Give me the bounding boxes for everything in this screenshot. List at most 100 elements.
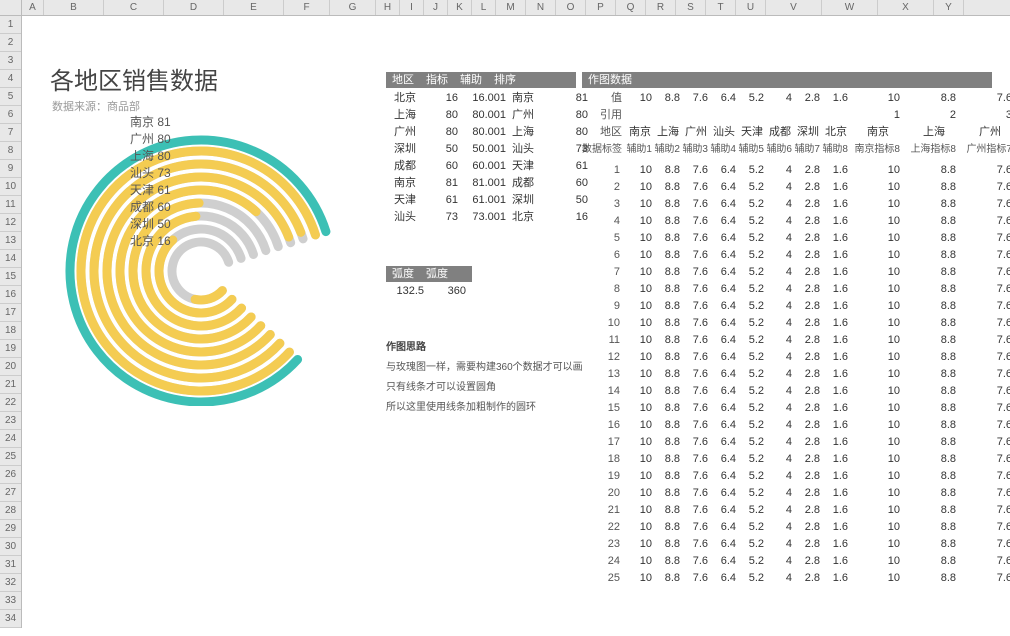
table-row[interactable]: 2108.87.66.45.242.81.6108.87.6 (582, 179, 1010, 196)
col-header-V[interactable]: V (766, 0, 822, 15)
table-row[interactable]: 引用123 (582, 107, 1010, 124)
table-row[interactable]: 地区南京上海广州汕头天津成都深圳北京南京上海广州 (582, 124, 1010, 141)
row-header-16[interactable]: 16 (0, 286, 21, 304)
col-header-Q[interactable]: Q (616, 0, 646, 15)
table-row[interactable]: 4108.87.66.45.242.81.6108.87.6 (582, 213, 1010, 230)
table-row[interactable]: 132.5360 (386, 283, 470, 300)
table-row[interactable]: 18108.87.66.45.242.81.6108.87.6 (582, 451, 1010, 468)
table-row[interactable]: 6108.87.66.45.242.81.6108.87.6 (582, 247, 1010, 264)
row-header-23[interactable]: 23 (0, 412, 21, 430)
table-row[interactable]: 22108.87.66.45.242.81.6108.87.6 (582, 519, 1010, 536)
table-row[interactable]: 15108.87.66.45.242.81.6108.87.6 (582, 400, 1010, 417)
table-row[interactable]: 1108.87.66.45.242.81.6108.87.6 (582, 162, 1010, 179)
row-header-14[interactable]: 14 (0, 250, 21, 268)
row-header-25[interactable]: 25 (0, 448, 21, 466)
table-row[interactable]: 21108.87.66.45.242.81.6108.87.6 (582, 502, 1010, 519)
table-row[interactable]: 23108.87.66.45.242.81.6108.87.6 (582, 536, 1010, 553)
col-header-L[interactable]: L (472, 0, 496, 15)
row-header-24[interactable]: 24 (0, 430, 21, 448)
col-header-J[interactable]: J (424, 0, 448, 15)
col-header-A[interactable]: A (22, 0, 44, 15)
row-header-22[interactable]: 22 (0, 394, 21, 412)
table-row[interactable]: 20108.87.66.45.242.81.6108.87.6 (582, 485, 1010, 502)
col-header-W[interactable]: W (822, 0, 878, 15)
col-header-D[interactable]: D (164, 0, 224, 15)
row-header-6[interactable]: 6 (0, 106, 21, 124)
row-header-30[interactable]: 30 (0, 538, 21, 556)
table-row[interactable]: 12108.87.66.45.242.81.6108.87.6 (582, 349, 1010, 366)
table-row[interactable]: 25108.87.66.45.242.81.6108.87.6 (582, 570, 1010, 587)
col-header-G[interactable]: G (330, 0, 376, 15)
row-header-15[interactable]: 15 (0, 268, 21, 286)
table-row[interactable]: 16108.87.66.45.242.81.6108.87.6 (582, 417, 1010, 434)
row-header-7[interactable]: 7 (0, 124, 21, 142)
col-header-M[interactable]: M (496, 0, 526, 15)
mid-table1[interactable]: 北京1616.001南京81上海8080.001广州80广州8080.001上海… (386, 90, 592, 226)
row-header-27[interactable]: 27 (0, 484, 21, 502)
row-header-8[interactable]: 8 (0, 142, 21, 160)
col-header-E[interactable]: E (224, 0, 284, 15)
table-row[interactable]: 汕头7373.001北京16 (386, 209, 592, 226)
table-row[interactable]: 深圳5050.001汕头73 (386, 141, 592, 158)
row-header-34[interactable]: 34 (0, 610, 21, 628)
row-header-5[interactable]: 5 (0, 88, 21, 106)
big-table-data[interactable]: 1108.87.66.45.242.81.6108.87.62108.87.66… (582, 162, 1010, 587)
row-header-3[interactable]: 3 (0, 52, 21, 70)
col-header-P[interactable]: P (586, 0, 616, 15)
table-row[interactable]: 3108.87.66.45.242.81.6108.87.6 (582, 196, 1010, 213)
row-header-11[interactable]: 11 (0, 196, 21, 214)
table-row[interactable]: 14108.87.66.45.242.81.6108.87.6 (582, 383, 1010, 400)
row-header-19[interactable]: 19 (0, 340, 21, 358)
col-header-O[interactable]: O (556, 0, 586, 15)
col-header-X[interactable]: X (878, 0, 934, 15)
col-header-S[interactable]: S (676, 0, 706, 15)
col-header-U[interactable]: U (736, 0, 766, 15)
mid-table2[interactable]: 132.5360 (386, 283, 470, 300)
row-header-13[interactable]: 13 (0, 232, 21, 250)
row-header-28[interactable]: 28 (0, 502, 21, 520)
table-row[interactable]: 成都6060.001天津61 (386, 158, 592, 175)
table-row[interactable]: 南京8181.001成都60 (386, 175, 592, 192)
col-header-H[interactable]: H (376, 0, 400, 15)
table-row[interactable]: 19108.87.66.45.242.81.6108.87.6 (582, 468, 1010, 485)
big-table-top[interactable]: 值108.87.66.45.242.81.6108.87.6引用123地区南京上… (582, 90, 1010, 158)
table-row[interactable]: 8108.87.66.45.242.81.6108.87.6 (582, 281, 1010, 298)
row-header-17[interactable]: 17 (0, 304, 21, 322)
row-header-2[interactable]: 2 (0, 34, 21, 52)
table-row[interactable]: 9108.87.66.45.242.81.6108.87.6 (582, 298, 1010, 315)
worksheet-canvas[interactable]: 各地区销售数据 数据来源：商品部 南京 81广州 80上海 80汕头 73天津 … (22, 16, 1010, 636)
col-header-B[interactable]: B (44, 0, 104, 15)
row-header-26[interactable]: 26 (0, 466, 21, 484)
row-header-1[interactable]: 1 (0, 16, 21, 34)
table-row[interactable]: 广州8080.001上海80 (386, 124, 592, 141)
col-header-Y[interactable]: Y (934, 0, 964, 15)
table-row[interactable]: 天津6161.001深圳50 (386, 192, 592, 209)
col-header-I[interactable]: I (400, 0, 424, 15)
col-header-T[interactable]: T (706, 0, 736, 15)
table-row[interactable]: 7108.87.66.45.242.81.6108.87.6 (582, 264, 1010, 281)
table-row[interactable]: 24108.87.66.45.242.81.6108.87.6 (582, 553, 1010, 570)
row-header-4[interactable]: 4 (0, 70, 21, 88)
table-row[interactable]: 北京1616.001南京81 (386, 90, 592, 107)
row-header-29[interactable]: 29 (0, 520, 21, 538)
row-header-12[interactable]: 12 (0, 214, 21, 232)
row-header-9[interactable]: 9 (0, 160, 21, 178)
table-row[interactable]: 上海8080.001广州80 (386, 107, 592, 124)
table-row[interactable]: 10108.87.66.45.242.81.6108.87.6 (582, 315, 1010, 332)
row-header-10[interactable]: 10 (0, 178, 21, 196)
row-header-31[interactable]: 31 (0, 556, 21, 574)
corner-cell[interactable] (0, 0, 22, 15)
row-header-21[interactable]: 21 (0, 376, 21, 394)
table-row[interactable]: 值108.87.66.45.242.81.6108.87.6 (582, 90, 1010, 107)
row-header-20[interactable]: 20 (0, 358, 21, 376)
table-row[interactable]: 5108.87.66.45.242.81.6108.87.6 (582, 230, 1010, 247)
col-header-C[interactable]: C (104, 0, 164, 15)
row-header-33[interactable]: 33 (0, 592, 21, 610)
table-row[interactable]: 13108.87.66.45.242.81.6108.87.6 (582, 366, 1010, 383)
col-header-K[interactable]: K (448, 0, 472, 15)
table-row[interactable]: 17108.87.66.45.242.81.6108.87.6 (582, 434, 1010, 451)
row-header-32[interactable]: 32 (0, 574, 21, 592)
col-header-N[interactable]: N (526, 0, 556, 15)
col-header-F[interactable]: F (284, 0, 330, 15)
row-header-18[interactable]: 18 (0, 322, 21, 340)
